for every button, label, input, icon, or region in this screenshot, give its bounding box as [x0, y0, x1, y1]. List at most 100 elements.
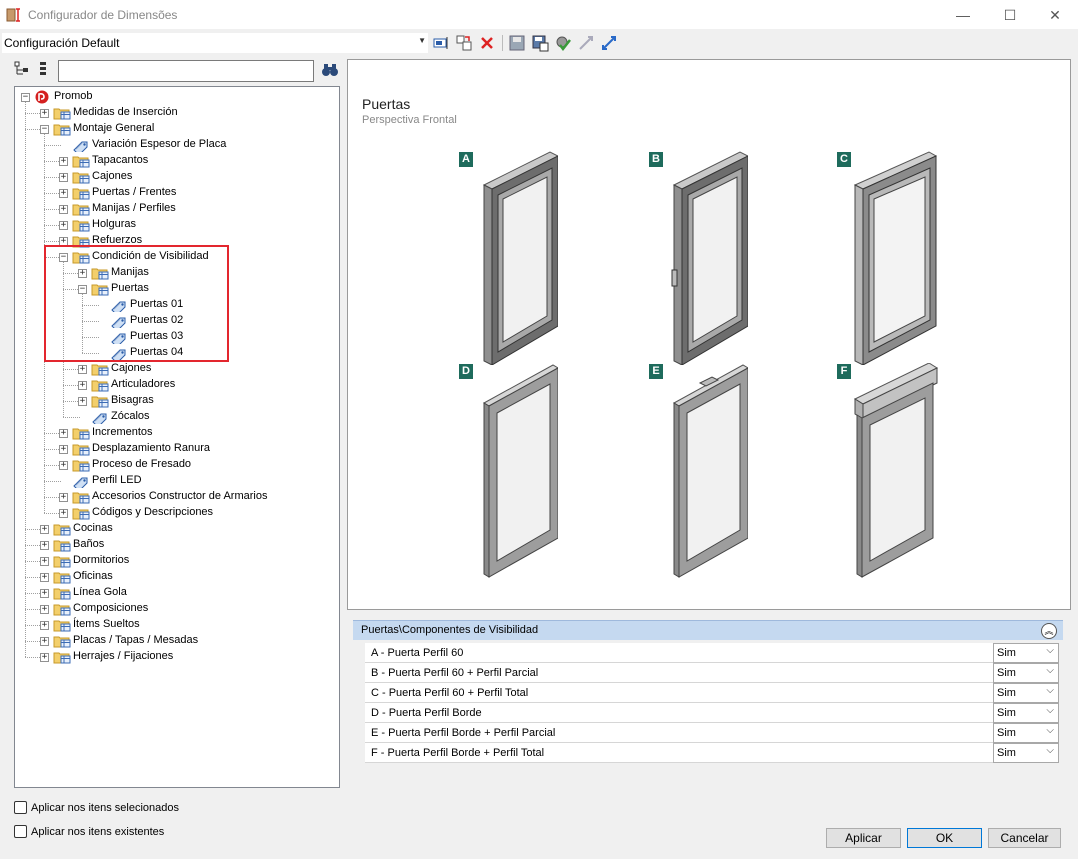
tree-node[interactable]: + Cajones: [15, 169, 335, 185]
expand-icon[interactable]: +: [59, 445, 68, 454]
expand-icon[interactable]: +: [59, 429, 68, 438]
apply-button[interactable]: Aplicar: [826, 828, 901, 848]
apply-selected-checkbox[interactable]: [14, 801, 27, 814]
property-value-select[interactable]: Sim ⌵: [993, 743, 1059, 763]
tree-node[interactable]: + Línea Gola: [15, 585, 335, 601]
configuration-select[interactable]: Configuración Default ▼: [2, 33, 428, 53]
expand-icon[interactable]: +: [40, 557, 49, 566]
expand-icon[interactable]: +: [78, 381, 87, 390]
expand-icon[interactable]: +: [40, 589, 49, 598]
property-value-select[interactable]: Sim ⌵: [993, 723, 1059, 743]
tree-node[interactable]: Puertas 03: [15, 329, 335, 345]
tree-node[interactable]: Perfil LED: [15, 473, 335, 489]
save-icon[interactable]: [508, 34, 526, 52]
apply-existing-option[interactable]: Aplicar nos itens existentes: [14, 825, 164, 838]
tree-node[interactable]: + Holguras: [15, 217, 335, 233]
tree-node[interactable]: + Accesorios Constructor de Armarios: [15, 489, 335, 505]
collapse-icon[interactable]: −: [40, 125, 49, 134]
tree-node[interactable]: + Tapacantos: [15, 153, 335, 169]
expand-icon[interactable]: +: [59, 493, 68, 502]
tree-node[interactable]: Zócalos: [15, 409, 335, 425]
property-value-select[interactable]: Sim ⌵: [993, 643, 1059, 663]
apply-existing-checkbox[interactable]: [14, 825, 27, 838]
expand-icon[interactable]: +: [40, 573, 49, 582]
expand-icon[interactable]: +: [59, 157, 68, 166]
copy-config-icon[interactable]: [455, 34, 473, 52]
tree-node[interactable]: + Bisagras: [15, 393, 335, 409]
close-button[interactable]: ✕: [1032, 0, 1078, 30]
expand-icon[interactable]: +: [59, 173, 68, 182]
properties-header[interactable]: Puertas\Componentes de Visibilidad ︽: [353, 620, 1063, 640]
expand-icon[interactable]: +: [78, 365, 87, 374]
tree-node[interactable]: + Desplazamiento Ranura: [15, 441, 335, 457]
property-value-select[interactable]: Sim ⌵: [993, 663, 1059, 683]
tree-node[interactable]: + Articuladores: [15, 377, 335, 393]
apply-selected-option[interactable]: Aplicar nos itens selecionados: [14, 801, 179, 814]
tree-node[interactable]: + Oficinas: [15, 569, 335, 585]
rename-icon[interactable]: [432, 34, 450, 52]
tree-node[interactable]: + Medidas de Inserción: [15, 105, 335, 121]
expand-icon[interactable]: +: [40, 109, 49, 118]
tree-node[interactable]: + Placas / Tapas / Mesadas: [15, 633, 335, 649]
tree-node[interactable]: − Puertas: [15, 281, 335, 297]
expand-icon[interactable]: +: [40, 541, 49, 550]
tree-node-label: Manijas: [111, 266, 149, 278]
collapse-icon[interactable]: −: [59, 253, 68, 262]
tree-node[interactable]: − Condición de Visibilidad: [15, 249, 335, 265]
save-as-icon[interactable]: [531, 34, 549, 52]
collapse-section-icon[interactable]: ︽: [1041, 623, 1057, 639]
expand-icon[interactable]: +: [59, 237, 68, 246]
expand-icon[interactable]: +: [78, 397, 87, 406]
tree-node[interactable]: Puertas 02: [15, 313, 335, 329]
tree-node-label: Medidas de Inserción: [73, 106, 178, 118]
tree-node[interactable]: − Montaje General: [15, 121, 335, 137]
tree-node[interactable]: + Cajones: [15, 361, 335, 377]
expand-tree-icon[interactable]: [14, 60, 30, 78]
expand-icon[interactable]: +: [78, 269, 87, 278]
minimize-button[interactable]: —: [940, 0, 986, 30]
tree-node[interactable]: − Promob: [15, 89, 335, 105]
delete-icon[interactable]: [478, 34, 496, 52]
tag-icon: [111, 349, 126, 360]
tree-node[interactable]: Puertas 04: [15, 345, 335, 361]
tree-node[interactable]: + Refuerzos: [15, 233, 335, 249]
expand-icon[interactable]: +: [40, 525, 49, 534]
collapse-icon[interactable]: −: [21, 93, 30, 102]
tree-node[interactable]: + Composiciones: [15, 601, 335, 617]
configuration-tree[interactable]: − Promob + Medidas de Inserción − Montaje Gen…: [14, 86, 340, 788]
property-value-select[interactable]: Sim ⌵: [993, 683, 1059, 703]
expand-icon[interactable]: +: [59, 205, 68, 214]
tree-node[interactable]: Variación Espesor de Placa: [15, 137, 335, 153]
expand-icon[interactable]: +: [40, 605, 49, 614]
tree-node[interactable]: + Ítems Sueltos: [15, 617, 335, 633]
collapse-icon[interactable]: −: [78, 285, 87, 294]
settings-check-icon[interactable]: [554, 34, 572, 52]
ok-button[interactable]: OK: [907, 828, 982, 848]
tree-node[interactable]: Puertas 01: [15, 297, 335, 313]
tree-node[interactable]: + Puertas / Frentes: [15, 185, 335, 201]
tree-node[interactable]: + Incrementos: [15, 425, 335, 441]
property-value-select[interactable]: Sim ⌵: [993, 703, 1059, 723]
expand-icon[interactable]: +: [40, 637, 49, 646]
expand-icon[interactable]: +: [59, 461, 68, 470]
tree-node[interactable]: + Dormitorios: [15, 553, 335, 569]
tree-search-input[interactable]: [58, 60, 314, 82]
expand-icon[interactable]: +: [40, 621, 49, 630]
tree-node[interactable]: + Manijas / Perfiles: [15, 201, 335, 217]
tree-node[interactable]: + Manijas: [15, 265, 335, 281]
tree-node[interactable]: + Proceso de Fresado: [15, 457, 335, 473]
expand-icon[interactable]: +: [59, 189, 68, 198]
tree-node[interactable]: + Cocinas: [15, 521, 335, 537]
collapse-arrows-icon[interactable]: [577, 34, 595, 52]
binoculars-icon[interactable]: [320, 61, 340, 79]
expand-arrows-icon[interactable]: [600, 34, 618, 52]
maximize-button[interactable]: ☐: [987, 0, 1033, 30]
expand-icon[interactable]: +: [59, 509, 68, 518]
tree-node[interactable]: + Baños: [15, 537, 335, 553]
expand-icon[interactable]: +: [40, 653, 49, 662]
tree-node[interactable]: + Códigos y Descripciones: [15, 505, 335, 521]
expand-icon[interactable]: +: [59, 221, 68, 230]
cancel-button[interactable]: Cancelar: [988, 828, 1061, 848]
tree-node[interactable]: + Herrajes / Fijaciones: [15, 649, 335, 665]
collapse-tree-icon[interactable]: [36, 60, 52, 78]
